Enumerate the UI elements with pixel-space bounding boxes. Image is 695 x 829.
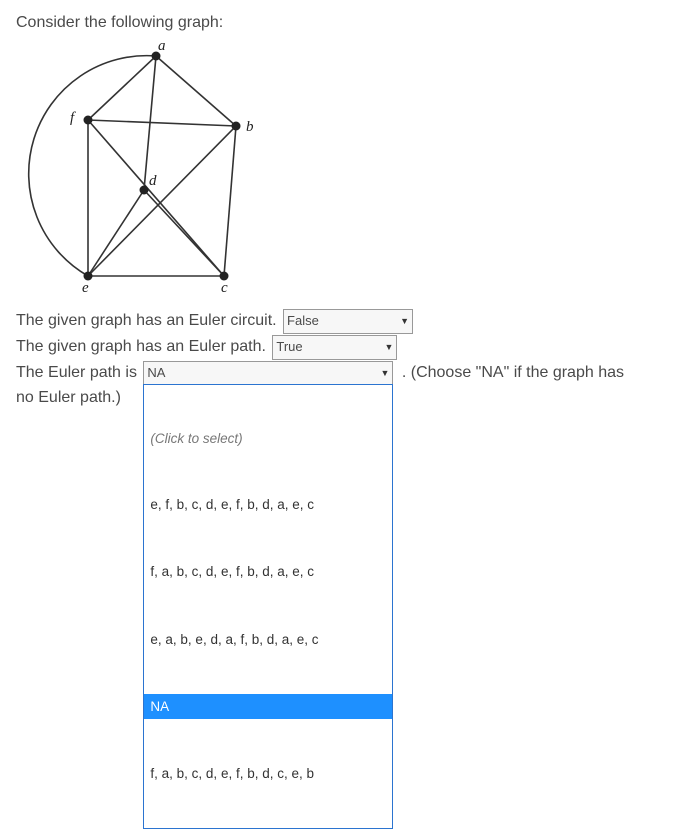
- euler-path-sequence-value: NA: [147, 363, 376, 384]
- dropdown-option[interactable]: f, a, b, c, d, e, f, b, d, a, e, c: [144, 559, 392, 585]
- euler-path-select[interactable]: True ▼: [272, 335, 397, 360]
- s3-suffix-a: . (Choose "NA" if the graph has: [397, 360, 624, 386]
- vertex-label-d: d: [149, 173, 157, 189]
- statement-euler-circuit: The given graph has an Euler circuit. Fa…: [16, 308, 679, 334]
- euler-path-sequence-select[interactable]: NA ▼ (Click to select) e, f, b, c, d, e,…: [143, 361, 393, 386]
- vertex-label-a: a: [158, 38, 166, 54]
- vertex-label-e: e: [82, 280, 89, 296]
- statement-path-choice: The Euler path is NA ▼ (Click to select)…: [16, 360, 679, 386]
- dropdown-option[interactable]: NA: [144, 694, 392, 720]
- statements-block: The given graph has an Euler circuit. Fa…: [16, 308, 679, 411]
- dropdown-option[interactable]: e, a, b, e, d, a, f, b, d, a, e, c: [144, 627, 392, 653]
- chevron-down-icon: ▼: [380, 366, 389, 380]
- s2-prefix: The given graph has an Euler path.: [16, 334, 270, 360]
- euler-path-sequence-dropdown[interactable]: (Click to select) e, f, b, c, d, e, f, b…: [143, 384, 393, 829]
- vertex-label-f: f: [70, 110, 76, 126]
- vertex-label-b: b: [246, 119, 254, 135]
- euler-path-value: True: [276, 337, 380, 358]
- euler-circuit-value: False: [287, 311, 396, 332]
- dropdown-option[interactable]: e, f, b, c, d, e, f, b, d, a, e, c: [144, 492, 392, 518]
- vertex-label-c: c: [221, 280, 228, 296]
- chevron-down-icon: ▼: [384, 340, 393, 354]
- s3-prefix: The Euler path is: [16, 360, 141, 386]
- statement-euler-path: The given graph has an Euler path. True …: [16, 334, 679, 360]
- s1-prefix: The given graph has an Euler circuit.: [16, 308, 281, 334]
- chevron-down-icon: ▼: [400, 314, 409, 328]
- euler-circuit-select[interactable]: False ▼: [283, 309, 413, 334]
- dropdown-option[interactable]: f, a, b, c, d, e, f, b, d, c, e, b: [144, 761, 392, 787]
- intro-text: Consider the following graph:: [16, 14, 679, 32]
- graph-figure: a b f d e c: [26, 38, 276, 300]
- dropdown-placeholder: (Click to select): [144, 427, 392, 451]
